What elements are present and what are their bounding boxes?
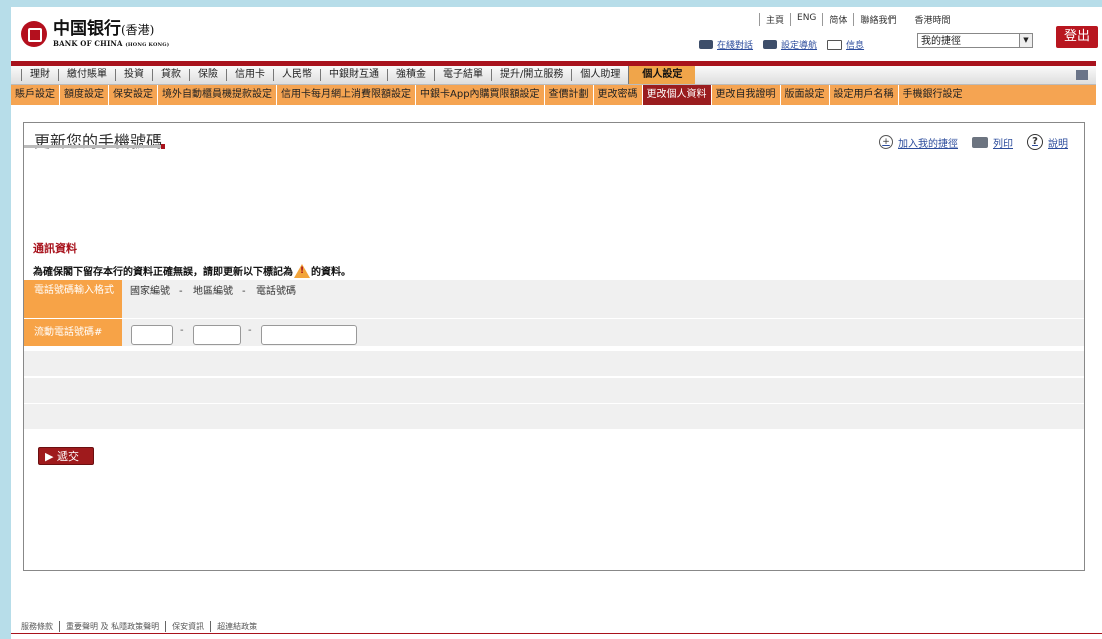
footer-links: 服務條款 重要聲明 及 私隱政策聲明 保安資訊 超連結政策: [21, 621, 263, 632]
primary-nav: 理財 繳付賬單 投資 貸款 保險 信用卡 人民幣 中銀財互通 強積金 電子結單 …: [11, 66, 1096, 85]
mobile-number-label: 流動電話號碼#: [24, 319, 122, 346]
hong-kong-time-label: 香港時間: [914, 16, 951, 26]
nav-e-statement[interactable]: 電子結單: [434, 69, 491, 81]
subnav-account-settings[interactable]: 賬戶設定: [11, 85, 60, 105]
home-link[interactable]: 主頁: [759, 13, 784, 26]
help-link[interactable]: ? 說明: [1027, 134, 1068, 150]
input-dash-2: -: [248, 325, 252, 336]
nav-boc-finance-connect[interactable]: 中銀財互通: [320, 69, 387, 81]
format-dash-1: -: [179, 286, 183, 297]
english-link[interactable]: ENG: [790, 13, 816, 26]
online-chat-link[interactable]: 在綫對話: [699, 38, 753, 51]
bank-logo[interactable]: 中国银行(香港) BANK OF CHINA (HONG KONG): [21, 20, 169, 48]
nav-loans[interactable]: 貸款: [152, 69, 189, 81]
nav-personal-assistant[interactable]: 個人助理: [571, 69, 628, 81]
country-code-format: 國家編號: [130, 286, 170, 297]
chat-icon: [699, 40, 713, 49]
subnav-boc-card-app-limit[interactable]: 中銀卡App內購買限額設定: [416, 85, 545, 105]
format-dash-2: -: [242, 286, 246, 297]
messages-link[interactable]: 信息: [827, 38, 864, 51]
subnav-limit-settings[interactable]: 額度設定: [60, 85, 109, 105]
header-service-links: 在綫對話 設定導航 信息: [699, 38, 864, 51]
page-title: 更新您的手機號碼: [34, 132, 163, 151]
country-code-input[interactable]: [131, 325, 173, 345]
phone-format-row: 電話號碼輸入格式 國家編號 - 地區編號 - 電話號碼: [24, 280, 1084, 318]
secondary-nav: 賬戶設定 額度設定 保安設定 境外自動櫃員機提款設定 信用卡每月網上消費限額設定…: [11, 85, 1096, 105]
nav-investment[interactable]: 投資: [115, 69, 152, 81]
submit-button[interactable]: ▶ 遞交: [38, 447, 94, 465]
content-panel: 更新您的手機號碼 + 加入我的捷徑 列印 ? 說明 通訊資料 為確保閣下留存本行的資…: [23, 122, 1085, 571]
blank-row-3: [24, 404, 1084, 429]
input-dash-1: -: [180, 325, 184, 336]
subnav-username-settings[interactable]: 設定用戶名稱: [830, 85, 899, 105]
logo-chinese-name: 中国银行(香港): [53, 19, 155, 39]
area-code-format: 地區編號: [193, 286, 233, 297]
phone-number-format: 電話號碼: [256, 286, 296, 297]
phone-format-label: 電話號碼輸入格式: [24, 280, 122, 318]
blank-row-1: [24, 351, 1084, 376]
chevron-down-icon[interactable]: ▼: [1019, 34, 1032, 47]
subnav-security-settings[interactable]: 保安設定: [109, 85, 158, 105]
footer-divider: [11, 633, 1102, 634]
nav-credit-card[interactable]: 信用卡: [226, 69, 273, 81]
footer-security-link[interactable]: 保安資訊: [165, 621, 210, 632]
subnav-mobile-banking-settings[interactable]: 手機銀行設定: [899, 85, 967, 105]
add-circle-icon: +: [879, 135, 893, 149]
subnav-change-password[interactable]: 更改密碼: [594, 85, 643, 105]
nav-insurance[interactable]: 保險: [189, 69, 226, 81]
footer-hyperlink-policy-link[interactable]: 超連結政策: [210, 621, 263, 632]
top-frame-border: [0, 0, 1102, 7]
subnav-change-self-certification[interactable]: 更改自我證明: [712, 85, 781, 105]
warning-icon: [294, 263, 310, 278]
footer-privacy-link[interactable]: 重要聲明 及 私隱政策聲明: [59, 621, 165, 632]
section-heading: 通訊資料: [33, 242, 77, 255]
settings-guide-link[interactable]: 設定導航: [763, 38, 817, 51]
title-underline: [24, 144, 165, 149]
site-header: 中国银行(香港) BANK OF CHINA (HONG KONG) 主頁 EN…: [11, 7, 1102, 61]
logout-button[interactable]: 登出: [1056, 26, 1098, 48]
subnav-credit-card-online-limit[interactable]: 信用卡每月網上消費限額設定: [277, 85, 416, 105]
nav-rmb[interactable]: 人民幣: [273, 69, 320, 81]
page-tools: + 加入我的捷徑 列印 ? 說明: [879, 134, 1068, 150]
quick-links-select[interactable]: 我的捷徑 ▼: [917, 33, 1033, 48]
nav-upgrade-open-services[interactable]: 提升/開立服務: [491, 69, 571, 81]
subnav-change-personal-info[interactable]: 更改個人資料: [642, 85, 712, 105]
subnav-price-plan[interactable]: 查價計劃: [545, 85, 594, 105]
help-icon: ?: [1027, 134, 1043, 150]
update-instruction: 為確保閣下留存本行的資料正確無誤，請即更新以下標記為 的資料。: [33, 263, 351, 278]
top-utility-links: 主頁 ENG 简体 聯絡我們 香港時間: [759, 13, 950, 26]
contact-us-link[interactable]: 聯絡我們: [853, 13, 896, 26]
area-code-input[interactable]: [193, 325, 241, 345]
mobile-number-row: 流動電話號碼# - -: [24, 319, 1084, 346]
printer-icon: [972, 136, 988, 148]
left-frame-border: [0, 0, 11, 639]
phone-number-input[interactable]: [261, 325, 357, 345]
simplified-chinese-link[interactable]: 简体: [822, 13, 847, 26]
nav-wealth[interactable]: 理財: [21, 69, 58, 81]
nav-personal-settings[interactable]: 個人設定: [628, 66, 696, 84]
close-menu-icon[interactable]: [1076, 70, 1088, 80]
boc-logo-icon: [21, 21, 47, 47]
logo-english-name: BANK OF CHINA (HONG KONG): [53, 39, 170, 48]
envelope-icon: [827, 39, 843, 50]
subnav-overseas-atm-settings[interactable]: 境外自動櫃員機提款設定: [158, 85, 277, 105]
blank-row-2: [24, 378, 1084, 403]
print-link[interactable]: 列印: [972, 135, 1013, 150]
subnav-layout-settings[interactable]: 版面設定: [781, 85, 830, 105]
nav-bill-payment[interactable]: 繳付賬單: [58, 69, 115, 81]
nav-mpf[interactable]: 強積金: [387, 69, 434, 81]
binoculars-icon: [763, 40, 778, 49]
footer-terms-link[interactable]: 服務條款: [21, 621, 59, 632]
add-favourite-link[interactable]: + 加入我的捷徑: [879, 135, 958, 150]
